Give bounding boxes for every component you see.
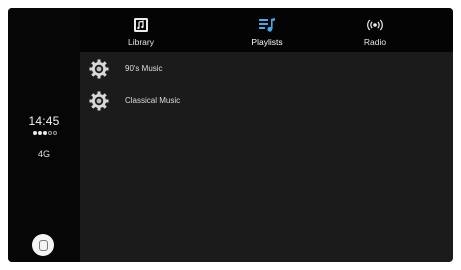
gear-icon xyxy=(89,59,109,79)
signal-dot xyxy=(43,131,47,135)
signal-dot xyxy=(38,131,42,135)
clock-time: 14:45 xyxy=(28,114,60,128)
library-icon xyxy=(134,18,148,32)
home-button[interactable] xyxy=(32,234,54,256)
tab-library-label: Library xyxy=(128,37,154,47)
network-type: 4G xyxy=(37,149,50,159)
tab-bar: Library Playlists Radio xyxy=(80,8,453,52)
carplay-screen: 14:45 4G Library Playlists Radio 90's Mu… xyxy=(8,8,453,262)
tab-playlists[interactable]: Playlists xyxy=(222,8,312,52)
list-item-label: 90's Music xyxy=(125,64,163,73)
playlists-icon xyxy=(259,18,275,32)
status-sidebar: 14:45 4G xyxy=(8,8,80,262)
gear-icon xyxy=(89,91,109,111)
signal-dot xyxy=(33,131,37,135)
tab-playlists-label: Playlists xyxy=(251,37,283,47)
signal-dot xyxy=(53,131,57,135)
list-item[interactable]: Classical Music xyxy=(80,86,453,118)
signal-dot xyxy=(48,131,52,135)
list-item-label: Classical Music xyxy=(125,96,181,105)
radio-icon xyxy=(367,19,383,31)
home-icon xyxy=(38,239,48,251)
list-item[interactable]: 90's Music xyxy=(80,54,453,86)
signal-strength-indicator xyxy=(33,131,57,135)
tab-library[interactable]: Library xyxy=(96,8,186,52)
tab-radio-label: Radio xyxy=(363,37,387,47)
tab-radio[interactable]: Radio xyxy=(330,8,420,52)
